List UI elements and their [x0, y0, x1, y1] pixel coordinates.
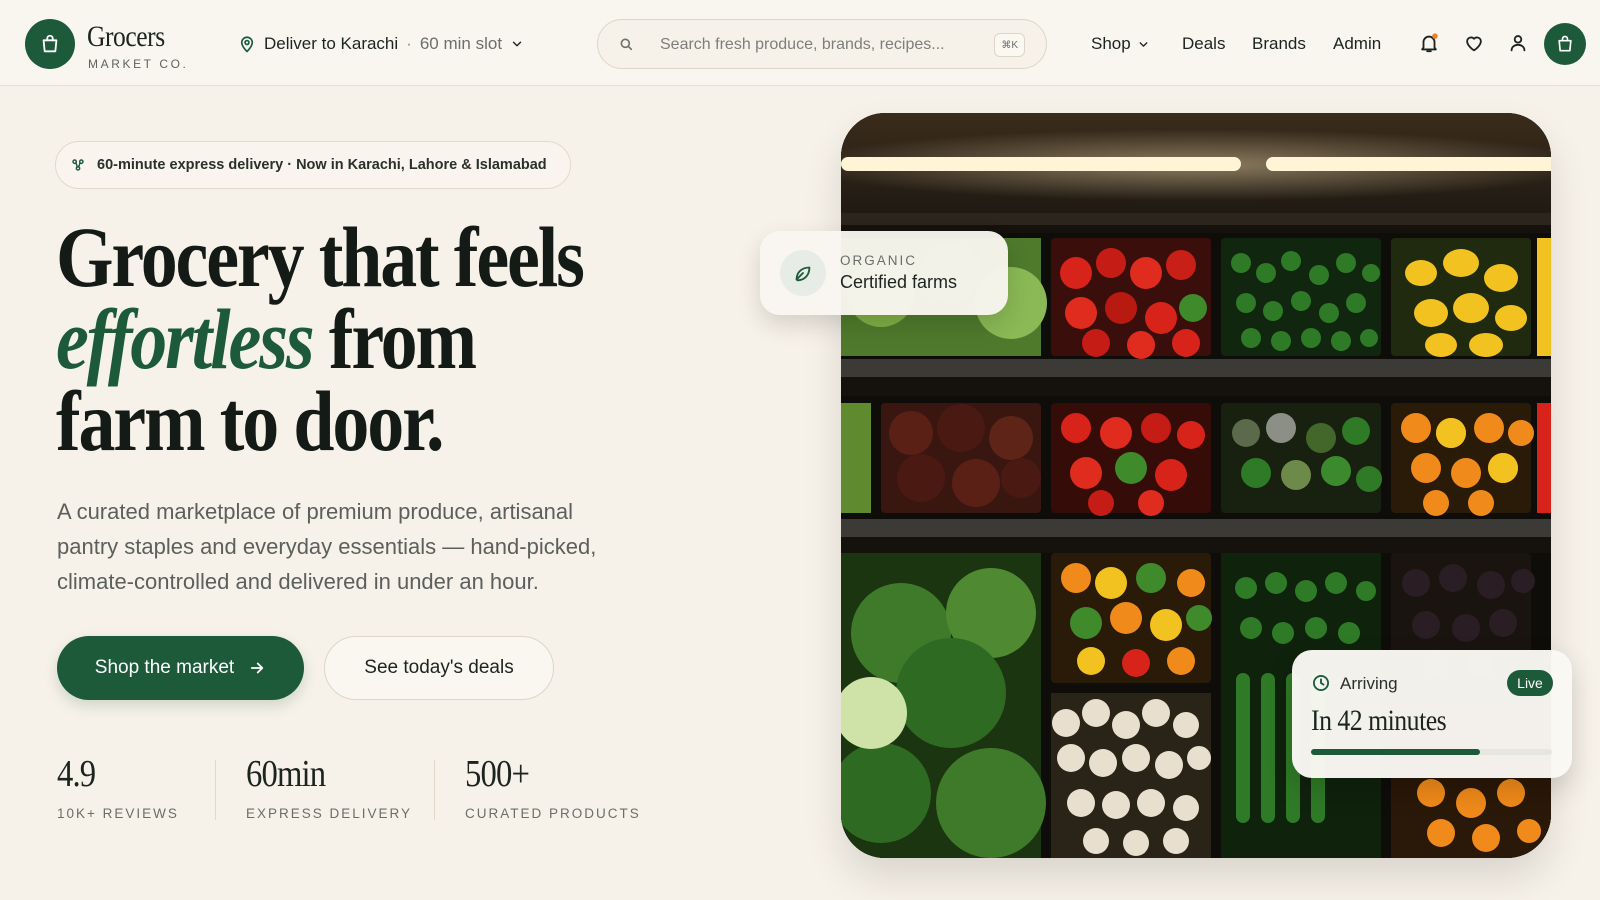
organic-title: Certified farms [840, 272, 958, 292]
arriving-label: Arriving [1340, 674, 1398, 693]
stat-delivery: 60min EXPRESS DELIVERY [246, 752, 412, 821]
location-pin-icon [240, 36, 254, 53]
express-delivery-pill: 60-minute express delivery · Now in Kara… [55, 141, 571, 189]
nav-brands[interactable]: Brands [1252, 34, 1306, 54]
express-delivery-text: 60-minute express delivery · Now in Kara… [97, 157, 547, 173]
leaf-icon [795, 266, 811, 282]
search-input[interactable] [660, 32, 980, 58]
chevron-down-icon [1139, 41, 1148, 47]
account-button[interactable] [1505, 30, 1531, 56]
shopping-bag-icon [42, 34, 58, 53]
bell-icon [1421, 33, 1438, 53]
site-header: Grocers MARKET CO. Deliver to Karachi · … [0, 0, 1600, 86]
chevron-down-icon [512, 41, 522, 47]
delivery-progress-track [1311, 749, 1552, 755]
notifications-button[interactable] [1416, 30, 1442, 56]
sparkle-icon [72, 159, 84, 171]
stat-reviews-value: 4.9 [57, 753, 96, 795]
organic-certified-card: ORGANIC Certified farms [760, 231, 1008, 315]
brand-name[interactable]: Grocers [87, 20, 165, 54]
arrow-right-icon [251, 662, 264, 674]
heart-icon [1466, 36, 1482, 52]
nav-deals[interactable]: Deals [1182, 34, 1225, 54]
delivery-progress-fill [1311, 749, 1480, 755]
logo-badge[interactable] [25, 19, 75, 69]
cart-button[interactable] [1544, 23, 1586, 65]
delivery-location-selector[interactable]: Deliver to Karachi · 60 min slot [238, 31, 524, 57]
search-bar[interactable]: ⌘K [597, 19, 1047, 69]
nav-shop-label: Shop [1091, 34, 1131, 53]
stat-products: 500+ CURATED PRODUCTS [465, 752, 641, 821]
delivery-eta-card: Arriving Live In 42 minutes [1292, 650, 1572, 778]
wishlist-button[interactable] [1461, 30, 1487, 56]
shop-market-button[interactable]: Shop the market [57, 636, 304, 700]
stat-products-label: CURATED PRODUCTS [465, 806, 641, 821]
shop-market-label: Shop the market [94, 657, 235, 678]
hero-description: A curated marketplace of premium produce… [57, 499, 597, 594]
hero-headline: Grocery that feels effortless from farm … [56, 214, 585, 464]
search-icon [620, 38, 633, 51]
stat-divider [215, 760, 216, 820]
stat-divider [434, 760, 435, 820]
clock-icon [1313, 675, 1329, 691]
stat-products-value: 500+ [465, 753, 530, 795]
search-shortcut-badge: ⌘K [994, 33, 1025, 57]
delivery-slot-label: 60 min slot [419, 34, 503, 53]
nav-admin[interactable]: Admin [1333, 34, 1381, 54]
deliver-location-label: Deliver to Karachi [264, 34, 399, 53]
organic-kicker: ORGANIC [840, 253, 918, 268]
cart-icon [1558, 35, 1572, 52]
leaf-icon-badge [780, 250, 826, 296]
brand-tagline: MARKET CO. [88, 57, 189, 71]
arriving-time: In 42 minutes [1311, 704, 1447, 737]
stat-reviews: 4.9 10K+ REVIEWS [57, 752, 179, 821]
deliver-separator: · [406, 34, 412, 53]
stat-delivery-label: EXPRESS DELIVERY [246, 806, 413, 821]
headline-line-3: farm to door. [56, 373, 444, 469]
todays-deals-button[interactable]: See today's deals [324, 636, 554, 700]
nav-shop[interactable]: Shop [1091, 34, 1150, 54]
user-icon [1510, 35, 1526, 52]
live-badge: Live [1507, 670, 1553, 696]
stat-reviews-label: 10K+ REVIEWS [57, 806, 179, 821]
stat-delivery-value: 60min [246, 753, 326, 795]
